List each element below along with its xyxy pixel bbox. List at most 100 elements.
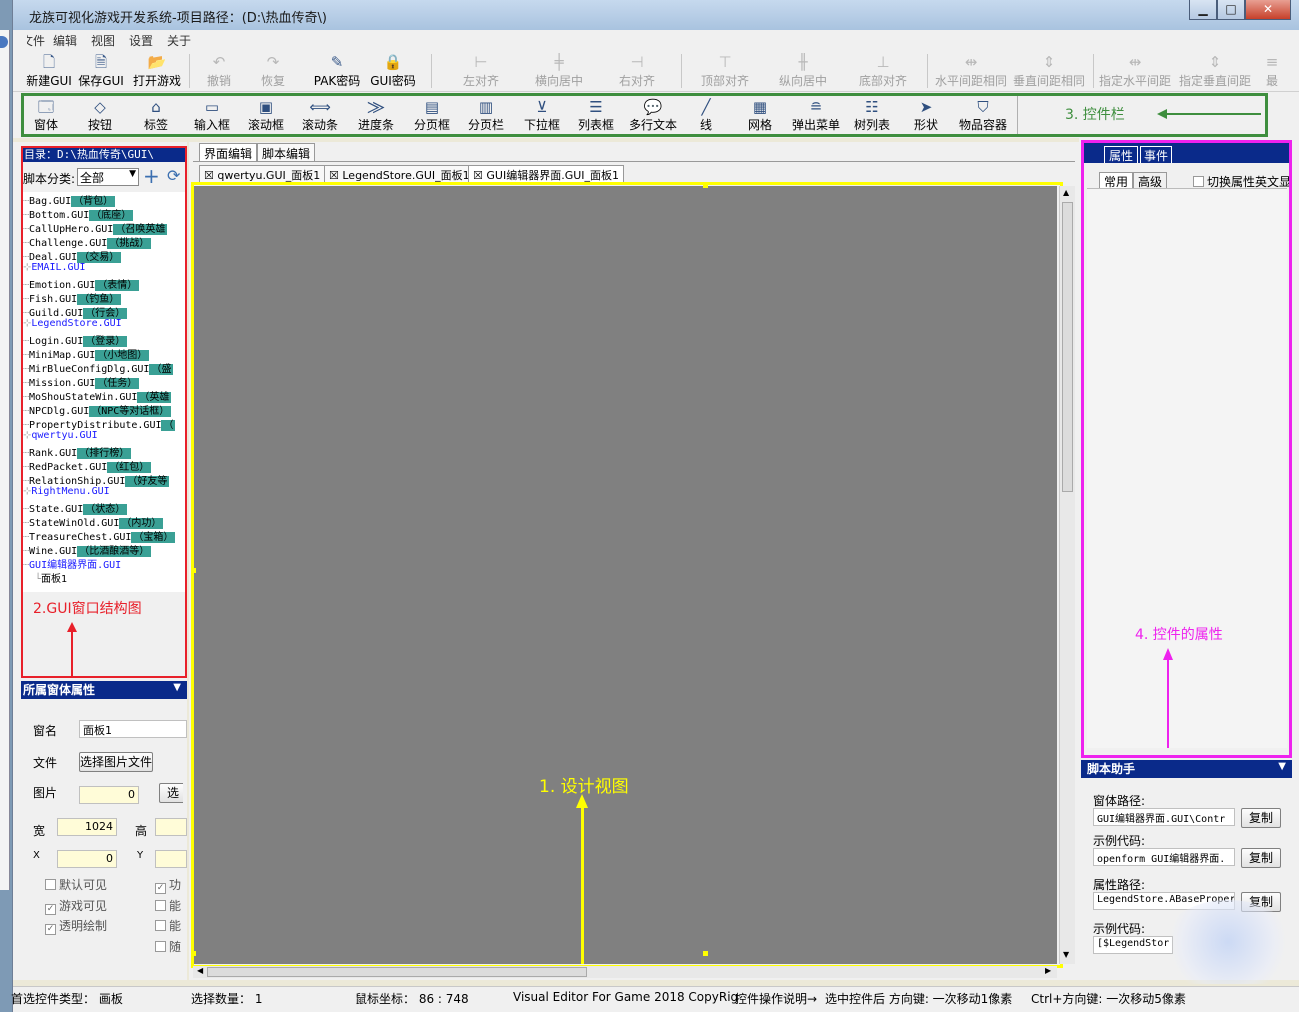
close-icon[interactable]: ☒ <box>204 169 214 182</box>
input-box-icon: ▭ <box>204 98 220 116</box>
align-right-button[interactable]: ⊣ 右对齐 <box>607 52 667 90</box>
design-view-arrow <box>581 806 584 964</box>
collapse-icon[interactable]: ▼ <box>1278 761 1286 772</box>
scroll-right-icon[interactable]: ▶ <box>1045 966 1051 975</box>
control-line-button[interactable]: ╱ 线 <box>679 98 733 134</box>
doc-tab-gui-editor[interactable]: ☒ GUI编辑器界面.GUI_面板1 <box>468 165 625 183</box>
close-icon[interactable]: ☒ <box>473 169 483 182</box>
tab-ui-edit[interactable]: 界面编辑 <box>199 143 258 161</box>
menu-settings[interactable]: 设置 <box>129 32 153 49</box>
gui-password-button[interactable]: 🔒 GUI密码 <box>363 52 423 90</box>
menu-about[interactable]: 关于 <box>167 32 191 49</box>
maximize-button[interactable]: □ <box>1217 0 1245 20</box>
control-treelist-button[interactable]: ☷ 树列表 <box>845 98 899 134</box>
scroll-thumb[interactable] <box>1062 202 1073 492</box>
undo-label: 撤销 <box>206 74 231 88</box>
control-scrollbar-button[interactable]: ⟺ 滚动条 <box>293 98 347 134</box>
copy-example1-button[interactable]: 复制 <box>1241 848 1281 868</box>
pak-password-button[interactable]: ✎ PAK密码 <box>307 52 367 90</box>
control-grid-label: 网格 <box>747 118 772 132</box>
width-field[interactable]: 1024 <box>57 818 117 836</box>
doc-tab-legendstore-label: LegendStore.GUI_面板1 <box>342 169 470 182</box>
close-icon[interactable]: ☒ <box>329 169 339 182</box>
x-field[interactable]: 0 <box>57 850 117 868</box>
y-field[interactable] <box>155 850 187 868</box>
equal-vspacing-button[interactable]: ⇕ 垂直间距相同 <box>1009 52 1089 90</box>
option-label-4: 随 <box>169 940 182 954</box>
scroll-left-icon[interactable]: ◀ <box>197 966 203 975</box>
control-pagebar-label: 分页栏 <box>467 118 504 132</box>
vertical-scrollbar[interactable]: ▲ ▼ <box>1059 186 1075 964</box>
game-visible-checkbox[interactable]: ✓ 游戏可见 <box>45 897 107 915</box>
new-gui-button[interactable]: 🗋 新建GUI <box>19 52 79 90</box>
save-gui-button[interactable]: 🗎 保存GUI <box>71 52 131 90</box>
equal-hspacing-button[interactable]: ⇹ 水平间距相同 <box>931 52 1011 90</box>
menu-view[interactable]: 视图 <box>91 32 115 49</box>
copy-form-path-button[interactable]: 复制 <box>1241 808 1281 828</box>
resize-handle[interactable] <box>191 568 196 573</box>
menu-edit[interactable]: 编辑 <box>53 32 77 49</box>
owner-form-props-title: 所属窗体属性 <box>23 683 96 697</box>
example1-field[interactable]: openform GUI编辑器界面. <box>1093 848 1235 866</box>
control-label-button[interactable]: ⌂ 标签 <box>129 98 183 134</box>
design-canvas-highlight <box>191 182 1063 968</box>
menu-file[interactable]: 文件 <box>27 32 45 49</box>
align-bottom-button[interactable]: ⊥ 底部对齐 <box>853 52 913 90</box>
set-hspacing-button[interactable]: ⇹ 指定水平间距 <box>1095 52 1175 90</box>
transparent-draw-checkbox[interactable]: ✓ 透明绘制 <box>45 917 107 935</box>
center-horizontal-button[interactable]: ╪ 横向居中 <box>529 52 589 90</box>
resize-handle[interactable] <box>703 183 708 188</box>
more-button[interactable]: ≡ 最 <box>1257 52 1287 90</box>
control-itemcontainer-button[interactable]: ⛉ 物品容器 <box>953 98 1013 134</box>
option-checkbox-3[interactable]: 能 <box>155 917 181 934</box>
option-checkbox-1[interactable]: ✓ 功 <box>155 876 181 894</box>
control-input-button[interactable]: ▭ 输入框 <box>185 98 239 134</box>
image-field[interactable]: 0 <box>79 786 139 804</box>
choose-image-button[interactable]: 选择图片文件 <box>79 752 153 772</box>
minimize-button[interactable]: ▁ <box>1189 0 1217 20</box>
control-shape-button[interactable]: ➤ 形状 <box>899 98 953 134</box>
open-game-button[interactable]: 📂 打开游戏 <box>127 52 187 90</box>
align-top-button[interactable]: ⊤ 顶部对齐 <box>695 52 755 90</box>
doc-tab-legendstore[interactable]: ☒ LegendStore.GUI_面板1 <box>324 165 475 183</box>
control-popupmenu-label: 弹出菜单 <box>791 118 840 132</box>
align-left-button[interactable]: ⊢ 左对齐 <box>451 52 511 90</box>
control-form-button[interactable]: 🗔 窗体 <box>19 98 73 134</box>
control-button-button[interactable]: ◇ 按钮 <box>73 98 127 134</box>
control-multiline-label: 多行文本 <box>628 118 677 132</box>
redo-icon: ↷ <box>266 53 280 71</box>
scroll-down-icon[interactable]: ▼ <box>1063 950 1069 959</box>
control-pagebar-button[interactable]: ▥ 分页栏 <box>459 98 513 134</box>
scroll-up-icon[interactable]: ▲ <box>1063 188 1069 197</box>
control-grid-button[interactable]: ▦ 网格 <box>733 98 787 134</box>
control-scrollbox-button[interactable]: ▣ 滚动框 <box>239 98 293 134</box>
tab-script-edit[interactable]: 脚本编辑 <box>257 143 316 161</box>
default-visible-checkbox[interactable]: 默认可见 <box>45 876 107 893</box>
redo-button[interactable]: ↷ 恢复 <box>243 52 303 90</box>
form-path-field[interactable]: GUI编辑器界面.GUI\Contr <box>1093 808 1235 826</box>
undo-button[interactable]: ↶ 撤销 <box>189 52 249 90</box>
collapse-icon[interactable]: ▼ <box>173 682 181 693</box>
center-vertical-button[interactable]: ╫ 纵向居中 <box>773 52 833 90</box>
control-listbox-button[interactable]: ☰ 列表框 <box>569 98 623 134</box>
scroll-thumb[interactable] <box>207 967 587 977</box>
example2-field[interactable]: [$LegendStor <box>1093 936 1173 954</box>
resize-handle[interactable] <box>191 951 196 956</box>
form-name-field[interactable]: 面板1 <box>79 720 187 738</box>
control-dropdown-button[interactable]: ⊻ 下拉框 <box>515 98 569 134</box>
control-multiline-button[interactable]: 💬 多行文本 <box>623 98 683 134</box>
control-progress-button[interactable]: ⨠ 进度条 <box>349 98 403 134</box>
horizontal-scrollbar[interactable]: ◀ ▶ <box>193 966 1057 978</box>
option-checkbox-2[interactable]: 能 <box>155 897 181 914</box>
height-field[interactable] <box>155 818 187 836</box>
select-image-button[interactable]: 选 <box>159 783 183 803</box>
option-checkbox-4[interactable]: 随 <box>155 938 181 955</box>
tree-list-icon: ☷ <box>865 98 879 116</box>
status-hint-arrow-keys: 选中控件后 方向键: 一次移动1像素 <box>825 992 1013 1006</box>
close-button[interactable]: ✕ <box>1245 0 1291 20</box>
resize-handle[interactable] <box>703 951 708 956</box>
doc-tab-qwertyu[interactable]: ☒ qwertyu.GUI_面板1 <box>199 165 326 183</box>
set-vspacing-button[interactable]: ⇕ 指定垂直间距 <box>1175 52 1255 90</box>
control-pagebox-button[interactable]: ▤ 分页框 <box>405 98 459 134</box>
control-popupmenu-button[interactable]: ≘ 弹出菜单 <box>787 98 845 134</box>
